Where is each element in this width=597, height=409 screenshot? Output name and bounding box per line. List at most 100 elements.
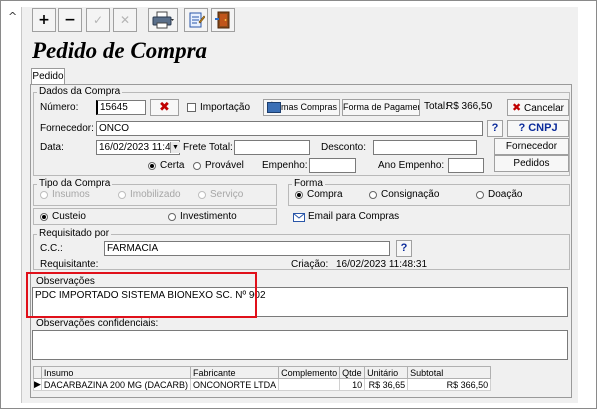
edit-button[interactable] <box>184 8 208 32</box>
total-label: Total: <box>424 101 448 112</box>
notepad-icon <box>189 12 205 28</box>
observacoes-confidenciais-textarea[interactable] <box>32 330 568 360</box>
row-indicator-header <box>33 366 42 379</box>
investimento-radio[interactable] <box>168 213 176 221</box>
consignacao-radio[interactable] <box>369 191 377 199</box>
email-compras-link[interactable]: Email para Compras <box>308 211 399 223</box>
provavel-radio[interactable] <box>193 162 201 170</box>
exit-button[interactable] <box>211 8 235 32</box>
certa-label: Certa <box>160 160 185 171</box>
frete-label: Frete Total: <box>183 142 233 153</box>
forma-label: Forma <box>292 178 325 189</box>
provavel-label: Provável <box>205 160 244 171</box>
ano-empenho-label: Ano Empenho: <box>378 160 445 171</box>
desconto-label: Desconto: <box>321 142 367 153</box>
requisitante-label: Requisitante: <box>40 259 99 270</box>
data-field[interactable]: 16/02/2023 11:48 <box>96 140 180 155</box>
numero-field[interactable]: 15645 <box>96 100 146 115</box>
cell-unitario[interactable]: R$ 36,65 <box>364 378 409 391</box>
remove-button[interactable]: − <box>58 8 82 32</box>
cnpj-label: ? CNPJ <box>518 122 558 134</box>
col-qtde[interactable]: Qtde <box>339 366 366 379</box>
col-unitario[interactable]: Unitário <box>364 366 409 379</box>
scroll-up-icon[interactable]: ^ <box>8 10 17 23</box>
insumos-radio[interactable] <box>40 191 48 199</box>
empenho-field[interactable] <box>309 158 356 173</box>
importacao-label: Importação <box>200 102 251 113</box>
cc-field[interactable]: FARMACIA <box>104 241 390 256</box>
clear-numero-button[interactable]: ✖ <box>150 99 179 116</box>
compra-radio[interactable] <box>295 191 303 199</box>
envelope-icon <box>293 213 305 222</box>
desconto-field[interactable] <box>373 140 477 155</box>
forma-pagamento-button[interactable]: Forma de Pagamento <box>342 99 420 116</box>
add-icon: + <box>38 12 50 28</box>
custeio-radio[interactable] <box>40 213 48 221</box>
table-header-row: Insumo Fabricante Complemento Qtde Unitá… <box>33 366 492 379</box>
doacao-label: Doação <box>488 189 523 200</box>
add-button[interactable]: + <box>32 8 56 32</box>
empenho-label: Empenho: <box>262 160 308 171</box>
investimento-label: Investimento <box>180 211 237 222</box>
computer-icon <box>267 102 281 113</box>
col-insumo[interactable]: Insumo <box>40 366 191 379</box>
criacao-label: Criação: <box>291 259 329 270</box>
pedidos-button[interactable]: Pedidos <box>494 155 569 172</box>
consignacao-label: Consignação <box>381 189 440 200</box>
fornecedor-label: Fornecedor: <box>40 123 94 134</box>
ultimas-compras-button[interactable]: Últimas Compras <box>263 99 340 116</box>
frete-field[interactable] <box>234 140 310 155</box>
items-table: Insumo Fabricante Complemento Qtde Unitá… <box>33 366 492 391</box>
ano-empenho-field[interactable] <box>448 158 484 173</box>
fornecedor-lookup-button[interactable]: ? <box>487 120 503 137</box>
cnpj-button[interactable]: ? CNPJ <box>507 120 569 137</box>
printer-icon <box>152 11 174 29</box>
insumos-label: Insumos <box>52 189 90 200</box>
cell-complemento[interactable] <box>278 378 341 391</box>
fornecedor-button[interactable]: Fornecedor <box>494 138 569 155</box>
tipo-compra-label: Tipo da Compra <box>37 178 113 189</box>
data-label: Data: <box>40 142 64 153</box>
col-fabricante[interactable]: Fabricante <box>189 366 280 379</box>
cell-fabricante[interactable]: ONCONORTE LTDA <box>189 378 280 391</box>
red-highlight-box <box>26 272 257 318</box>
col-subtotal[interactable]: Subtotal <box>407 366 492 379</box>
checkmark-icon: ✓ <box>92 13 104 27</box>
print-button[interactable] <box>148 8 178 32</box>
servico-radio[interactable] <box>198 191 206 199</box>
compra-label: Compra <box>307 189 343 200</box>
cell-qtde[interactable]: 10 <box>339 378 366 391</box>
imobilizado-radio[interactable] <box>118 191 126 199</box>
certa-radio[interactable] <box>148 162 156 170</box>
fornecedor-field[interactable]: ONCO <box>96 121 483 136</box>
requisitado-label: Requisitado por <box>37 228 112 239</box>
confirm-button[interactable]: ✓ <box>86 8 110 32</box>
servico-label: Serviço <box>210 189 244 200</box>
red-x-icon: ✖ <box>511 101 522 114</box>
cancelar-label: Cancelar <box>523 103 565 114</box>
criacao-value: 16/02/2023 11:48:31 <box>336 259 428 270</box>
table-row[interactable]: ▶ DACARBAZINA 200 MG (DACARB) ONCONORTE … <box>33 378 492 391</box>
cell-subtotal[interactable]: R$ 366,50 <box>407 378 492 391</box>
cell-insumo[interactable]: DACARBAZINA 200 MG (DACARB) <box>40 378 191 391</box>
cancel-edit-button[interactable]: ✕ <box>113 8 137 32</box>
chevron-down-icon[interactable]: ▼ <box>170 142 180 153</box>
cancelar-button[interactable]: ✖ Cancelar <box>507 99 569 116</box>
x-icon: ✕ <box>119 13 131 27</box>
cc-label: C.C.: <box>40 243 63 254</box>
numero-label: Número: <box>40 102 79 113</box>
doacao-radio[interactable] <box>476 191 484 199</box>
dados-compra-label: Dados da Compra <box>37 86 123 97</box>
importacao-checkbox[interactable] <box>187 103 196 112</box>
observacoes-confidenciais-label: Observações confidenciais: <box>36 318 159 329</box>
imobilizado-label: Imobilizado <box>130 189 181 200</box>
red-x-icon: ✖ <box>159 100 170 115</box>
row-indicator-icon: ▶ <box>33 378 42 391</box>
col-complemento[interactable]: Complemento <box>278 366 341 379</box>
question-icon: ? <box>400 242 408 254</box>
custeio-label: Custeio <box>52 211 86 222</box>
question-icon: ? <box>491 122 499 134</box>
cc-lookup-button[interactable]: ? <box>396 240 412 257</box>
tab-pedido[interactable]: Pedido <box>31 68 65 85</box>
total-value: R$ 366,50 <box>446 101 493 112</box>
